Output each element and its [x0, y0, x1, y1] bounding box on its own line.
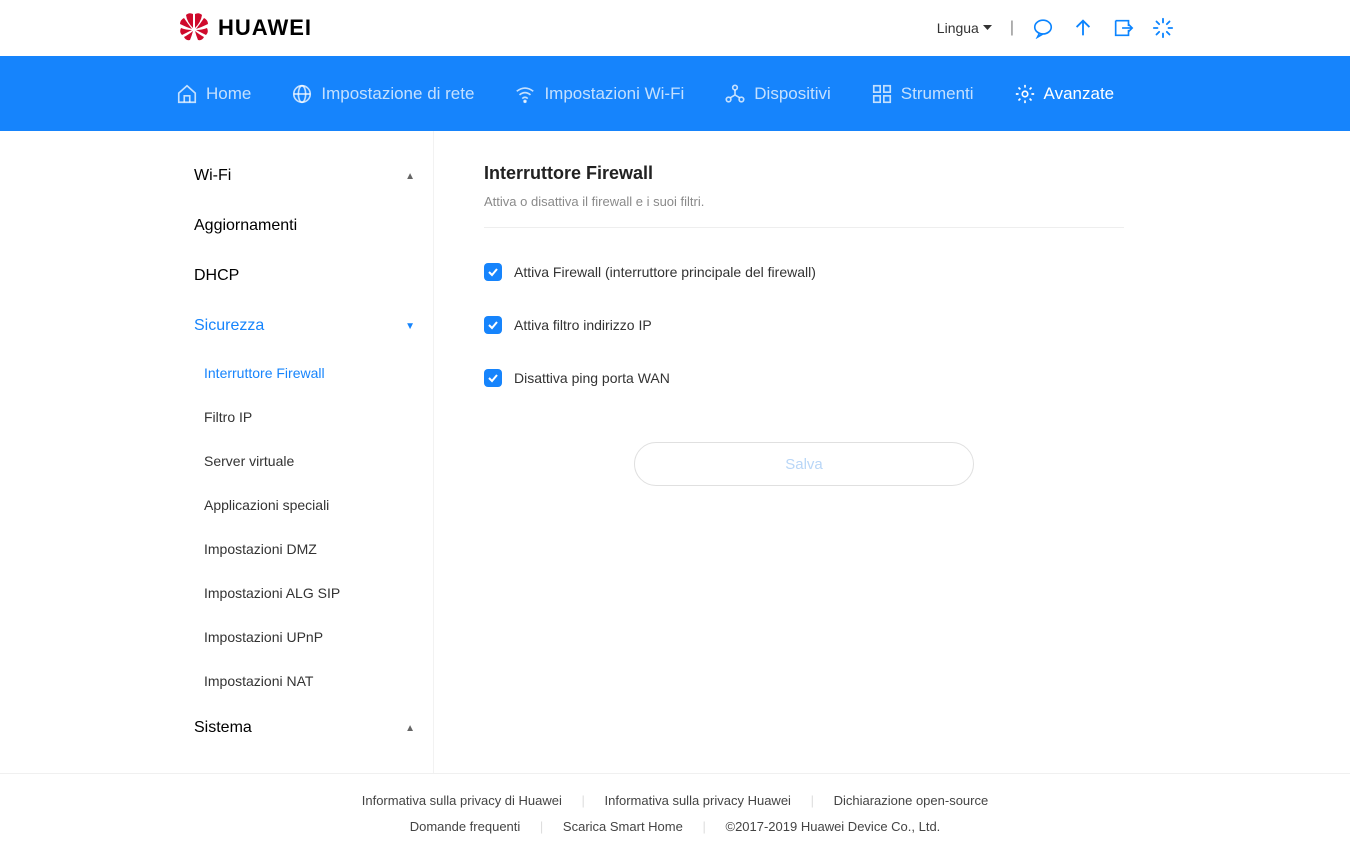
sidebar-item-system[interactable]: Sistema ▲ — [176, 703, 433, 753]
triangle-up-icon: ▲ — [405, 723, 415, 734]
sidebar-wifi-label: Wi-Fi — [194, 167, 231, 185]
nav-tools-label: Strumenti — [901, 84, 974, 104]
chat-icon[interactable] — [1032, 17, 1054, 39]
sidebar-sub-firewall[interactable]: Interruttore Firewall — [176, 351, 433, 395]
sidebar-security-label: Sicurezza — [194, 317, 264, 335]
devices-icon — [724, 83, 746, 105]
triangle-up-icon: ▲ — [405, 171, 415, 182]
checkbox-ipfilter[interactable] — [484, 316, 502, 334]
page-title: Interruttore Firewall — [484, 163, 1124, 184]
nav-advanced-label: Avanzate — [1044, 84, 1115, 104]
nav-advanced[interactable]: Avanzate — [1014, 83, 1115, 105]
footer-link-faq[interactable]: Domande frequenti — [394, 819, 537, 834]
home-icon — [176, 83, 198, 105]
check-icon — [487, 319, 499, 331]
check-icon — [487, 372, 499, 384]
language-label: Lingua — [937, 20, 979, 36]
footer-copyright: ©2017-2019 Huawei Device Co., Ltd. — [709, 819, 956, 834]
sidebar-item-security[interactable]: Sicurezza ▼ — [176, 301, 433, 351]
sidebar-sub-alg[interactable]: Impostazioni ALG SIP — [176, 571, 433, 615]
sidebar-sub-upnp[interactable]: Impostazioni UPnP — [176, 615, 433, 659]
check-icon — [487, 266, 499, 278]
brand-name: HUAWEI — [218, 15, 312, 41]
nav-home[interactable]: Home — [176, 83, 251, 105]
footer-link-privacy1[interactable]: Informativa sulla privacy di Huawei — [346, 793, 578, 808]
nav-wifi-label: Impostazioni Wi-Fi — [544, 84, 684, 104]
sidebar-sub-ipfilter[interactable]: Filtro IP — [176, 395, 433, 439]
logo: HUAWEI — [176, 10, 312, 46]
divider: | — [1010, 19, 1014, 37]
wifi-icon — [514, 83, 536, 105]
upload-icon[interactable] — [1072, 17, 1094, 39]
nav-network[interactable]: Impostazione di rete — [291, 83, 474, 105]
footer: Informativa sulla privacy di Huawei | In… — [0, 773, 1350, 854]
sidebar-item-updates[interactable]: Aggiornamenti — [176, 201, 433, 251]
globe-icon — [291, 83, 313, 105]
caret-down-icon — [983, 25, 992, 31]
grid-icon — [871, 83, 893, 105]
sidebar-item-wifi[interactable]: Wi-Fi ▲ — [176, 151, 433, 201]
checkbox-wanping[interactable] — [484, 369, 502, 387]
sidebar-sub-special[interactable]: Applicazioni speciali — [176, 483, 433, 527]
sidebar-system-label: Sistema — [194, 719, 252, 737]
sidebar-item-dhcp[interactable]: DHCP — [176, 251, 433, 301]
save-button[interactable]: Salva — [634, 442, 974, 486]
sidebar-dhcp-label: DHCP — [194, 267, 239, 285]
nav-devices[interactable]: Dispositivi — [724, 83, 831, 105]
nav-tools[interactable]: Strumenti — [871, 83, 974, 105]
triangle-down-icon: ▼ — [405, 321, 415, 332]
nav-network-label: Impostazione di rete — [321, 84, 474, 104]
checkbox-firewall[interactable] — [484, 263, 502, 281]
page-desc: Attiva o disattiva il firewall e i suoi … — [484, 194, 1124, 228]
nav-wifi[interactable]: Impostazioni Wi-Fi — [514, 83, 684, 105]
sidebar-sub-nat[interactable]: Impostazioni NAT — [176, 659, 433, 703]
sidebar-sub-vserver[interactable]: Server virtuale — [176, 439, 433, 483]
sidebar-updates-label: Aggiornamenti — [194, 217, 297, 235]
check-label-wanping: Disattiva ping porta WAN — [514, 370, 670, 386]
nav-devices-label: Dispositivi — [754, 84, 831, 104]
language-selector[interactable]: Lingua — [937, 20, 992, 36]
loading-icon — [1152, 17, 1174, 39]
check-label-ipfilter: Attiva filtro indirizzo IP — [514, 317, 652, 333]
sidebar-sub-dmz[interactable]: Impostazioni DMZ — [176, 527, 433, 571]
logout-icon[interactable] — [1112, 17, 1134, 39]
footer-link-privacy2[interactable]: Informativa sulla privacy Huawei — [589, 793, 807, 808]
footer-link-opensource[interactable]: Dichiarazione open-source — [818, 793, 1005, 808]
gear-icon — [1014, 83, 1036, 105]
footer-link-download[interactable]: Scarica Smart Home — [547, 819, 699, 834]
huawei-logo-icon — [176, 10, 212, 46]
nav-home-label: Home — [206, 84, 251, 104]
check-label-firewall: Attiva Firewall (interruttore principale… — [514, 264, 816, 280]
